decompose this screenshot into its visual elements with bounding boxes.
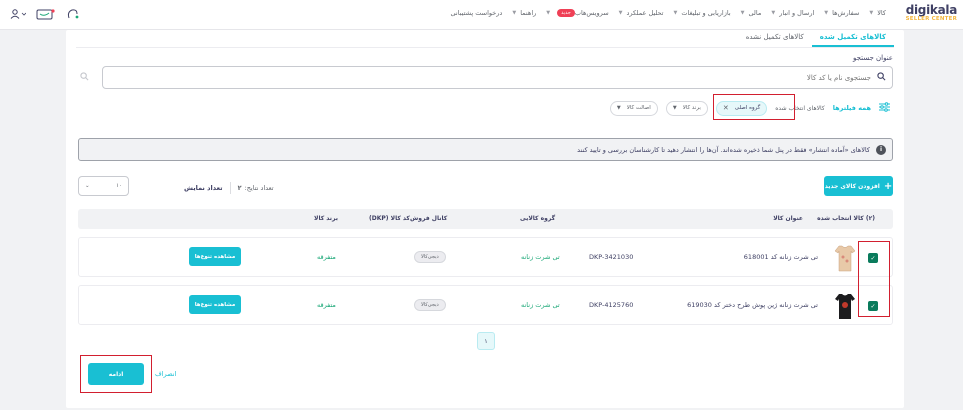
chevron-down-icon: ▼ [546, 10, 551, 16]
divider [229, 182, 231, 194]
logo-sub: SELLER CENTER [905, 16, 957, 22]
chevron-down-icon: ▼ [673, 10, 678, 16]
highlight-box-checkboxes [858, 241, 890, 317]
product-thumbnail [832, 242, 858, 274]
tab-completed-products[interactable]: کالاهای تکمیل شده [811, 30, 894, 47]
page-size-value: ۱۰ [116, 183, 122, 189]
results-label: تعداد نتایج: [244, 184, 274, 192]
products-table: (۲) کالا انتخاب شده عنوان کالا کد کالا (… [78, 209, 893, 325]
product-name[interactable]: تی شرت زنانه کد 618001 [744, 253, 818, 261]
nav-item-orders[interactable]: سفارش‌ها ▼ [819, 9, 864, 17]
sales-channel-chip: دیجی‌کالا [414, 299, 446, 311]
view-variants-button[interactable]: مشاهده تنوع‌ها [189, 247, 241, 266]
product-dkp: DKP-3421030 [589, 253, 634, 261]
nav-item-analytics[interactable]: تحلیل عملکرد ▼ [614, 9, 669, 17]
chevron-down-icon: ▼ [618, 10, 623, 16]
product-brand: متفرقه [317, 301, 336, 309]
tabs: کالاهای تکمیل شده کالاهای تکمیل نشده [738, 30, 894, 47]
product-dkp: DKP-4125760 [589, 301, 634, 309]
search-icon [877, 71, 886, 84]
header-brand: برند کالا [314, 215, 339, 222]
search-input[interactable] [171, 73, 871, 82]
nav-label: سرویس‌هاب [574, 9, 609, 17]
nav-label: تحلیل عملکرد [626, 9, 664, 17]
nav-item-servicehub[interactable]: سرویس‌هاب جدید ▼ [541, 9, 613, 17]
cancel-link[interactable]: انصراف [155, 370, 176, 378]
highlight-box-filter [713, 94, 795, 120]
display-label: تعداد نمایش [184, 184, 223, 192]
nav-label: راهنما [520, 9, 537, 17]
nav-label: درخواست پشتیبانی [450, 9, 503, 17]
chevron-down-icon: ▼ [512, 10, 517, 16]
digikala-logo[interactable]: digikala SELLER CENTER [905, 3, 958, 23]
header-group: گروه کالایی [520, 215, 556, 222]
chevron-down-icon: ▼ [824, 10, 829, 16]
top-bar: digikala SELLER CENTER کالا ▼ سفارش‌ها ▼ ا… [0, 0, 963, 30]
filter-sliders-icon[interactable] [879, 101, 890, 115]
header-title: عنوان کالا [773, 215, 803, 222]
nav-label: ارسال و انبار [779, 9, 815, 17]
nav-label: مالی [748, 9, 762, 17]
product-thumbnail [832, 290, 858, 322]
nav-label: کالا [877, 9, 886, 17]
filter-chip-brand[interactable]: برند کالا ▼ [665, 100, 708, 116]
add-button-label: افزودن کالای جدید [824, 182, 880, 190]
chevron-down-icon: ⌄ [85, 183, 90, 189]
top-icons [10, 8, 80, 23]
view-variants-button[interactable]: مشاهده تنوع‌ها [189, 295, 241, 314]
filter-chip-authenticity[interactable]: اصالت کالا ▼ [609, 100, 658, 116]
chevron-down-icon: ▼ [740, 10, 745, 16]
table-row: ✓ تی شرت زنانه ژین پوش طرح دختر کد 61903… [78, 285, 893, 325]
nav-item-finance[interactable]: مالی ▼ [736, 9, 767, 17]
plus-icon: + [883, 180, 893, 192]
pagination-page-1[interactable]: ۱ [477, 332, 495, 350]
header-dkp: کد کالا (DKP) [369, 215, 410, 222]
header-channel: کانال فروش [410, 215, 448, 222]
highlight-box-continue [80, 355, 152, 393]
nav-item-help[interactable]: راهنما ▼ [507, 9, 541, 17]
nav-item-products[interactable]: کالا ▼ [864, 9, 891, 17]
search-submit-icon[interactable] [80, 72, 89, 84]
table-header: (۲) کالا انتخاب شده عنوان کالا کد کالا (… [78, 209, 893, 229]
products-card: کالاهای تکمیل شده کالاهای تکمیل نشده عنو… [66, 30, 904, 408]
chip-label: اصالت کالا [626, 105, 651, 111]
info-alert: i کالاهای «آماده انتشار» فقط در پنل شما … [78, 138, 893, 161]
header-selected-count: (۲) کالا انتخاب شده [817, 215, 875, 222]
tab-incomplete-products[interactable]: کالاهای تکمیل نشده [738, 30, 812, 47]
chevron-down-icon: ▼ [672, 105, 677, 111]
page-size-select[interactable]: ⌄ ۱۰ [78, 176, 129, 196]
chevron-down-icon: ▼ [869, 10, 874, 16]
results-value: ۲ [237, 184, 242, 192]
user-menu-icon[interactable] [10, 9, 27, 22]
chevron-down-icon: ▼ [616, 105, 621, 111]
product-brand: متفرقه [317, 253, 336, 261]
product-name[interactable]: تی شرت زنانه ژین پوش طرح دختر کد 619030 [687, 301, 818, 309]
info-icon: i [876, 144, 886, 155]
table-row: ✓ تی شرت زنانه کد 618001 تی شرت زنانه DK… [78, 237, 893, 277]
product-group: تی شرت زنانه [521, 301, 560, 309]
chevron-down-icon: ▼ [771, 10, 776, 16]
notification-icon[interactable] [66, 8, 80, 23]
chip-label: برند کالا [682, 105, 701, 111]
nav-label: سفارش‌ها [832, 9, 860, 17]
nav-item-marketing[interactable]: بازاریابی و تبلیغات ▼ [668, 9, 735, 17]
alert-text: کالاهای «آماده انتشار» فقط در پنل شما ذخ… [577, 145, 870, 154]
results-count: تعداد نتایج: ۲ تعداد نمایش [184, 182, 274, 194]
search-box[interactable] [102, 66, 893, 89]
sales-channel-chip: دیجی‌کالا [414, 251, 446, 263]
main-nav: کالا ▼ سفارش‌ها ▼ ارسال و انبار ▼ مالی ▼ باز… [446, 9, 891, 17]
nav-item-shipping[interactable]: ارسال و انبار ▼ [766, 9, 819, 17]
gift-icon[interactable] [36, 8, 56, 23]
add-new-product-button[interactable]: + افزودن کالای جدید [824, 176, 893, 196]
search-label: عنوان جستجو [852, 54, 893, 62]
tab-divider [76, 47, 894, 48]
nav-label: بازاریابی و تبلیغات [681, 9, 731, 17]
logo-brand: digikala [905, 3, 958, 17]
nav-item-support[interactable]: درخواست پشتیبانی [446, 9, 508, 17]
new-badge: جدید [557, 9, 575, 17]
product-group: تی شرت زنانه [521, 253, 560, 261]
all-filters-link[interactable]: همه فیلترها [833, 104, 871, 112]
